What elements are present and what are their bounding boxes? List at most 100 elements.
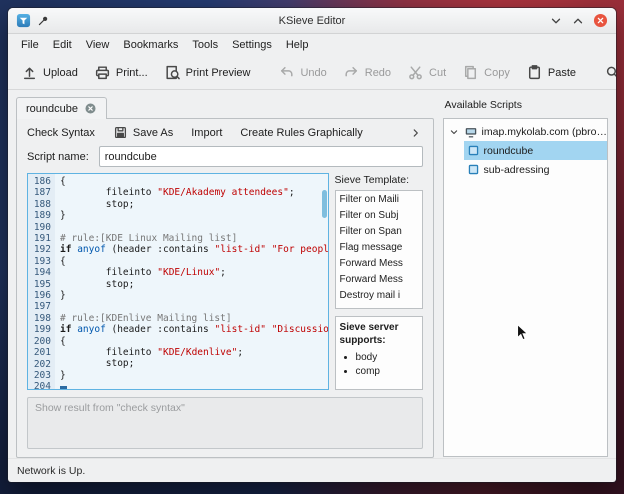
save-as-button[interactable]: Save As (113, 125, 173, 140)
save-as-label: Save As (133, 127, 173, 139)
window-title: KSieve Editor (8, 15, 616, 27)
window-content: roundcube Check Syntax Save As Import Creat… (8, 90, 616, 458)
code-line: fileinto "KDE/Akademy attendees"; (60, 187, 328, 198)
line-number: 204 (28, 381, 51, 390)
menu-file[interactable]: File (15, 37, 45, 53)
main-toolbar: Upload Print... Print Preview Undo Redo Cut Co… (8, 56, 616, 90)
titlebar[interactable]: KSieve Editor (8, 8, 616, 34)
check-syntax-result: Show result from "check syntax" (27, 397, 423, 449)
import-label: Import (191, 127, 222, 139)
import-button[interactable]: Import (191, 127, 222, 139)
line-number: 187 (28, 187, 51, 198)
template-item-forward-mess[interactable]: Forward Mess (336, 255, 422, 271)
tab-close-icon[interactable] (84, 102, 97, 115)
find-button[interactable]: Find... (597, 60, 616, 85)
template-item-filter-on-maili[interactable]: Filter on Maili (336, 191, 422, 207)
sieve-template-label: Sieve Template: (335, 173, 423, 190)
script-editor-frame: Check Syntax Save As Import Create Rules Gr… (16, 118, 434, 458)
line-number: 195 (28, 279, 51, 290)
shade-icon[interactable] (549, 14, 563, 28)
check-syntax-button[interactable]: Check Syntax (27, 127, 95, 139)
code-editor[interactable]: 1861871881891901911921931941951961971981… (27, 173, 329, 390)
paste-label: Paste (548, 67, 576, 79)
print-preview-label: Print Preview (186, 67, 251, 79)
line-number: 201 (28, 347, 51, 358)
line-number: 202 (28, 359, 51, 370)
editor-scrollbar[interactable] (322, 176, 327, 387)
code-line: } (60, 290, 328, 301)
upload-label: Upload (43, 67, 78, 79)
line-number: 200 (28, 336, 51, 347)
line-number-gutter: 1861871881891901911921931941951961971981… (28, 174, 55, 389)
template-item-flag-message[interactable]: Flag message (336, 239, 422, 255)
redo-button[interactable]: Redo (336, 60, 398, 85)
code-line (60, 222, 328, 233)
server-supports-label: Sieve server supports: (340, 321, 418, 347)
server-icon (464, 125, 478, 139)
server-capabilities-list: bodycomp (340, 351, 418, 378)
redo-icon (343, 64, 360, 81)
script-name-label: Script name: (27, 151, 89, 163)
check-syntax-label: Check Syntax (27, 127, 95, 139)
scrollbar-thumb[interactable] (322, 190, 327, 218)
script-icon (467, 144, 480, 157)
menubar: FileEditViewBookmarksToolsSettingsHelp (8, 34, 616, 56)
cut-button[interactable]: Cut (400, 60, 453, 85)
close-icon[interactable] (593, 13, 608, 28)
paste-button[interactable]: Paste (519, 60, 583, 85)
print-icon (94, 64, 111, 81)
paste-icon (526, 64, 543, 81)
tree-item-roundcube[interactable]: roundcube (464, 141, 607, 160)
template-item-forward-mess[interactable]: Forward Mess (336, 271, 422, 287)
code-line: stop; (60, 358, 328, 369)
print-preview-button[interactable]: Print Preview (157, 60, 258, 85)
line-number: 197 (28, 301, 51, 312)
template-item-filter-on-subj[interactable]: Filter on Subj (336, 207, 422, 223)
create-rules-graphically-button[interactable]: Create Rules Graphically (240, 127, 362, 139)
menu-edit[interactable]: Edit (47, 37, 78, 53)
tree-item-label: roundcube (484, 145, 534, 157)
network-status: Network is Up. (17, 465, 85, 477)
scripts-tree[interactable]: imap.mykolab.com (pbro… roundcube sub-adr… (443, 118, 608, 457)
line-number: 193 (28, 256, 51, 267)
expander-icon[interactable] (448, 126, 460, 138)
tab-bar: roundcube (16, 96, 434, 118)
line-number: 198 (28, 313, 51, 324)
splitter-handle[interactable] (434, 96, 443, 458)
menu-tools[interactable]: Tools (186, 37, 224, 53)
editor-row: 1861871881891901911921931941951961971981… (17, 173, 433, 390)
cut-label: Cut (429, 67, 446, 79)
line-number: 190 (28, 222, 51, 233)
capability-comp: comp (356, 365, 418, 379)
copy-button[interactable]: Copy (455, 60, 517, 85)
upload-icon (21, 64, 38, 81)
upload-button[interactable]: Upload (14, 60, 85, 85)
menu-settings[interactable]: Settings (226, 37, 278, 53)
copy-icon (462, 64, 479, 81)
server-supports-box: Sieve server supports: bodycomp (335, 316, 423, 390)
code-line (60, 381, 328, 389)
undo-label: Undo (300, 67, 326, 79)
pin-icon[interactable] (37, 14, 50, 27)
template-item-destroy-mail-i[interactable]: Destroy mail i (336, 287, 422, 303)
script-name-row: Script name: (17, 144, 433, 173)
script-name-input[interactable] (99, 146, 423, 167)
tree-item-sub-adressing[interactable]: sub-adressing (464, 160, 607, 179)
print-button[interactable]: Print... (87, 60, 155, 85)
template-item-filter-on-span[interactable]: Filter on Span (336, 223, 422, 239)
code-line: { (60, 256, 328, 267)
code-line: } (60, 370, 328, 381)
sieve-template-list[interactable]: Filter on MailiFilter on SubjFilter on S… (335, 190, 423, 309)
find-icon (604, 64, 616, 81)
menu-bookmarks[interactable]: Bookmarks (117, 37, 184, 53)
undo-button[interactable]: Undo (271, 60, 333, 85)
maximize-icon[interactable] (571, 14, 585, 28)
tree-item-server[interactable]: imap.mykolab.com (pbro… (444, 122, 607, 141)
code-line: # rule:[KDEnlive Mailing list] (60, 313, 328, 324)
toolbar-overflow-icon[interactable] (409, 126, 423, 140)
tab-roundcube[interactable]: roundcube (16, 97, 107, 119)
menu-help[interactable]: Help (280, 37, 315, 53)
code-area[interactable]: { fileinto "KDE/Akademy attendees"; stop… (55, 174, 328, 389)
menu-view[interactable]: View (80, 37, 116, 53)
template-column: Sieve Template: Filter on MailiFilter on… (335, 173, 423, 390)
